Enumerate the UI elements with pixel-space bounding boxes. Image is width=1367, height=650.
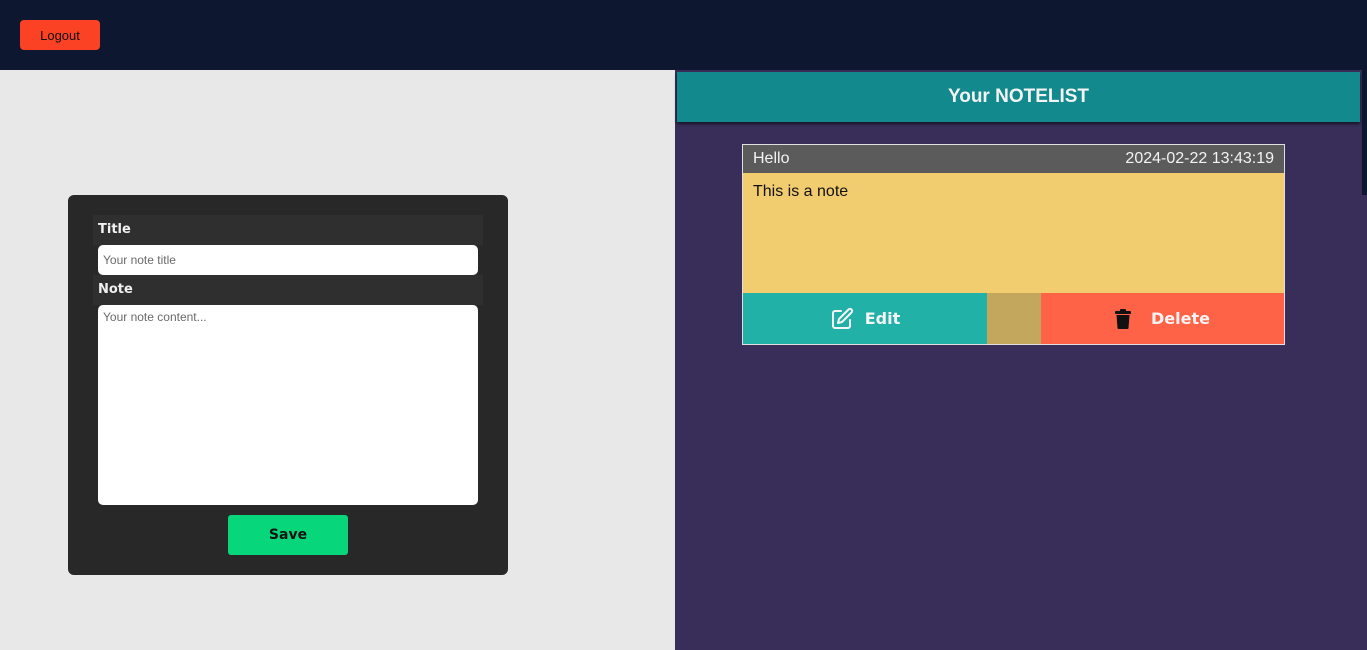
note-title: Hello xyxy=(753,150,790,167)
actions-spacer xyxy=(987,293,1041,344)
note-card-header: Hello 2024-02-22 13:43:19 xyxy=(743,145,1284,173)
notelist-header: Your NOTELIST xyxy=(677,72,1360,122)
delete-button[interactable]: Delete xyxy=(1041,293,1284,344)
note-content-textarea[interactable] xyxy=(98,305,478,505)
note-content: This is a note xyxy=(753,183,849,200)
top-navbar: Logout xyxy=(0,0,1367,70)
note-label-row: Note xyxy=(93,275,483,305)
title-input[interactable] xyxy=(98,245,478,275)
logout-button[interactable]: Logout xyxy=(20,20,100,50)
title-label: Title xyxy=(98,222,131,237)
note-label: Note xyxy=(98,282,133,297)
title-label-row: Title xyxy=(93,215,483,245)
note-card: Hello 2024-02-22 13:43:19 This is a note… xyxy=(742,144,1285,345)
edit-label: Edit xyxy=(864,309,901,328)
edit-icon xyxy=(830,307,854,331)
note-form: Title Note Save xyxy=(68,195,508,575)
note-actions: Edit Delete xyxy=(743,293,1284,344)
save-button[interactable]: Save xyxy=(228,515,348,555)
delete-label: Delete xyxy=(1151,309,1210,328)
pane-edge xyxy=(1362,70,1367,195)
note-timestamp: 2024-02-22 13:43:19 xyxy=(1125,150,1274,167)
trash-icon xyxy=(1115,308,1132,329)
edit-button[interactable]: Edit xyxy=(743,293,987,344)
